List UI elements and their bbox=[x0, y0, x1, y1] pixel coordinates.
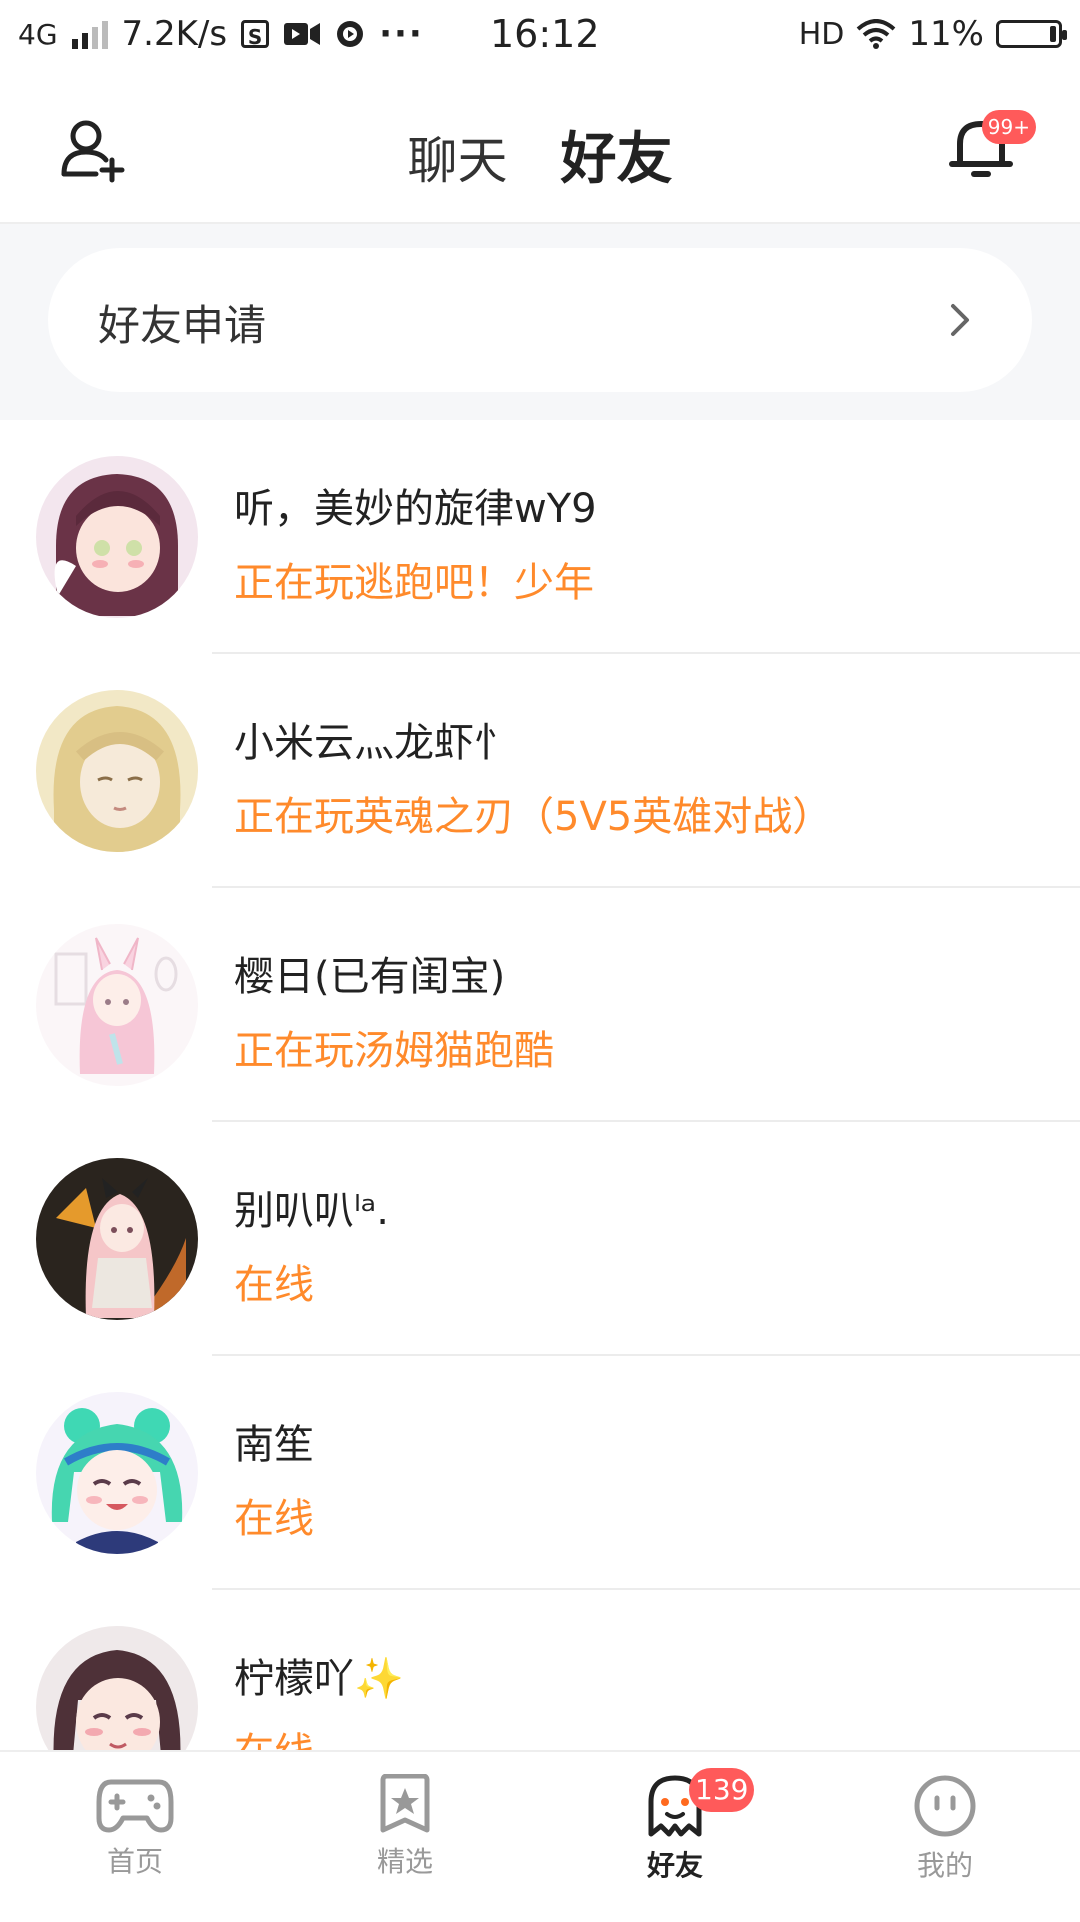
tab-friends[interactable]: 好友 bbox=[561, 114, 673, 253]
wifi-icon bbox=[857, 19, 896, 49]
network-speed: 7.2K/s bbox=[121, 14, 228, 54]
status-right: HD 11% bbox=[798, 14, 1067, 54]
video-icon bbox=[284, 23, 321, 45]
friend-status: 在线 bbox=[234, 1262, 314, 1308]
face-icon bbox=[914, 1775, 976, 1837]
friend-row[interactable]: 樱日(已有闺宝) 正在玩汤姆猫跑酷 bbox=[0, 888, 1080, 1122]
header-tabs: 聊天 好友 bbox=[0, 114, 1080, 253]
friend-status: 正在玩英魂之刃（5V5英雄对战） bbox=[234, 794, 833, 840]
friend-status: 正在玩汤姆猫跑酷 bbox=[234, 1028, 554, 1074]
friend-status: 正在玩逃跑吧！少年 bbox=[234, 560, 594, 606]
friend-name: 别叭叭ˡᵃ. bbox=[234, 1188, 390, 1234]
more-icon: ··· bbox=[379, 14, 424, 54]
friend-status: 在线 bbox=[234, 1720, 314, 1750]
nav-profile-label: 我的 bbox=[916, 1849, 973, 1882]
chevron-right-icon bbox=[951, 304, 969, 336]
friend-name: 听，美妙的旋律wY9 bbox=[234, 486, 597, 532]
avatar[interactable] bbox=[36, 1626, 198, 1750]
avatar[interactable] bbox=[36, 456, 198, 618]
bottom-nav: 首页 精选 139 好友 我的 bbox=[0, 1750, 1080, 1922]
friend-name: 南笙 bbox=[234, 1422, 314, 1468]
gamepad-icon bbox=[96, 1779, 174, 1833]
friend-request-area: 好友申请 bbox=[0, 224, 1080, 420]
play-icon bbox=[337, 21, 364, 47]
friend-row[interactable]: 听，美妙的旋律wY9 正在玩逃跑吧！少年 bbox=[0, 420, 1080, 654]
friend-row[interactable]: 南笙 在线 bbox=[0, 1356, 1080, 1590]
friend-name: 小米云灬龙虾忄 bbox=[234, 720, 514, 766]
s-app-icon: S bbox=[241, 20, 270, 49]
hd-label: HD bbox=[798, 16, 845, 52]
clock: 16:12 bbox=[490, 12, 600, 56]
nav-friends-label: 好友 bbox=[595, 1844, 755, 1888]
tab-chat[interactable]: 聊天 bbox=[407, 121, 507, 193]
network-type: 4G bbox=[18, 17, 58, 51]
battery-percent: 11% bbox=[908, 14, 984, 54]
friend-row[interactable]: 别叭叭ˡᵃ. 在线 bbox=[0, 1122, 1080, 1356]
notification-badge: 99+ bbox=[981, 110, 1036, 144]
nav-featured[interactable]: 精选 bbox=[325, 1774, 485, 1880]
star-bookmark-icon bbox=[380, 1774, 430, 1833]
nav-home[interactable]: 首页 bbox=[55, 1774, 215, 1880]
friend-row[interactable]: 柠檬吖✨ 在线 bbox=[0, 1590, 1080, 1750]
friend-name: 柠檬吖✨ bbox=[234, 1656, 404, 1702]
avatar[interactable] bbox=[36, 690, 198, 852]
nav-friends[interactable]: 139 好友 bbox=[595, 1768, 755, 1888]
signal-icon bbox=[71, 19, 108, 49]
friend-name: 樱日(已有闺宝) bbox=[234, 954, 506, 1000]
avatar[interactable] bbox=[36, 924, 198, 1086]
nav-featured-label: 精选 bbox=[376, 1845, 433, 1878]
friend-list: 听，美妙的旋律wY9 正在玩逃跑吧！少年 小米云灬龙虾忄 正在玩英魂之刃（5V5… bbox=[0, 420, 1080, 1750]
avatar[interactable] bbox=[36, 1158, 198, 1320]
nav-home-label: 首页 bbox=[106, 1845, 163, 1878]
friend-status: 在线 bbox=[234, 1496, 314, 1542]
status-left: 4G 7.2K/s S ··· bbox=[18, 14, 424, 54]
battery-icon bbox=[996, 20, 1067, 48]
nav-friends-badge: 139 bbox=[689, 1768, 755, 1812]
friend-request-button[interactable]: 好友申请 bbox=[48, 248, 1032, 392]
avatar[interactable] bbox=[36, 1392, 198, 1554]
nav-profile[interactable]: 我的 bbox=[865, 1774, 1025, 1884]
status-bar: 4G 7.2K/s S ··· 16:12 HD 11% bbox=[0, 0, 1080, 76]
friend-request-label: 好友申请 bbox=[98, 301, 267, 350]
header: 聊天 好友 99+ bbox=[0, 76, 1080, 253]
friend-row[interactable]: 小米云灬龙虾忄 正在玩英魂之刃（5V5英雄对战） bbox=[0, 654, 1080, 888]
